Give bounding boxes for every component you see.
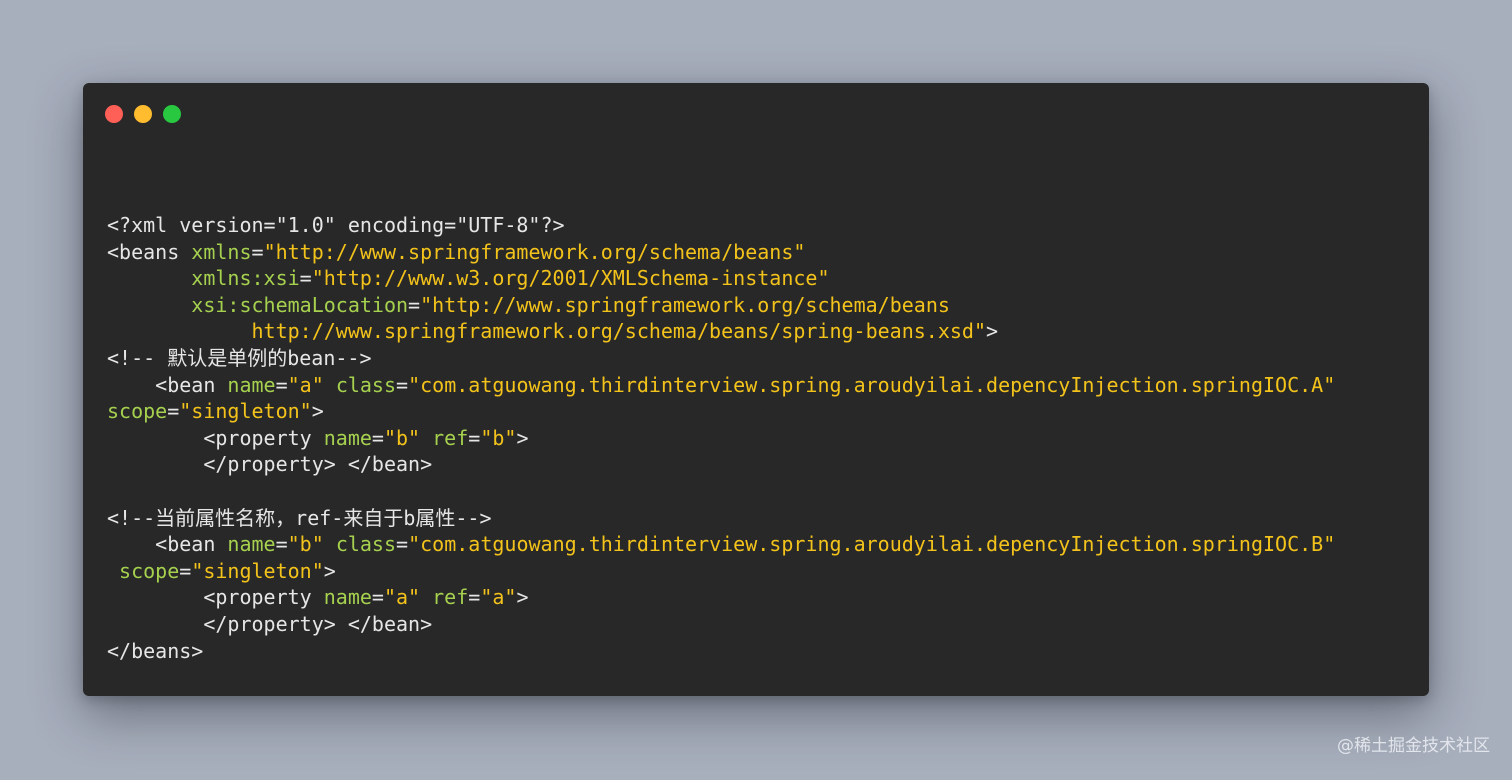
code-token-attr: xsi:schemaLocation: [191, 292, 409, 317]
code-token-str: "a": [480, 585, 517, 610]
code-token-tag: </property> </bean>: [107, 452, 433, 477]
code-token-tag: =: [275, 532, 288, 557]
code-token-tag: >: [311, 399, 324, 424]
code-token-attr: scope: [119, 558, 180, 583]
close-window-dot[interactable]: [105, 105, 123, 123]
code-token-attr: class: [335, 372, 397, 397]
code-token-attr: name: [323, 585, 372, 610]
code-line: <beans xmlns="http://www.springframework…: [107, 239, 1335, 266]
code-line: scope="singleton">: [107, 558, 1335, 585]
code-token-tag: =: [396, 372, 409, 397]
code-token-tag: =: [371, 425, 384, 450]
code-token-attr: name: [227, 532, 276, 557]
code-token-str: "com.atguowang.thirdinterview.spring.aro…: [408, 532, 1336, 557]
code-line: <!-- 默认是单例的bean-->: [107, 345, 1335, 372]
code-line: </property> </bean>: [107, 451, 1335, 478]
code-token-str: "singleton": [191, 558, 324, 583]
code-token-tag: [107, 559, 119, 583]
minimize-window-dot[interactable]: [134, 105, 152, 123]
code-token-tag: >: [986, 319, 999, 344]
code-token-tag: [107, 319, 252, 343]
code-token-tag: =: [179, 558, 192, 583]
code-token-str: "http://www.springframework.org/schema/b…: [420, 292, 950, 317]
code-token-str: "com.atguowang.thirdinterview.spring.aro…: [408, 372, 1336, 397]
code-token-attr: xmlns: [191, 239, 252, 264]
code-token-tag: <?xml version="1.0" encoding="UTF-8"?>: [107, 213, 565, 237]
code-token-tag: =: [251, 239, 264, 264]
code-line: </property> </bean>: [107, 611, 1335, 638]
code-token-attr: scope: [107, 399, 168, 424]
code-token-tag: [420, 426, 432, 450]
code-token-tag: >: [516, 585, 529, 610]
code-token-attr: name: [323, 425, 372, 450]
code-token-str: http://www.springframework.org/schema/be…: [251, 319, 987, 344]
code-token-str: "a": [287, 372, 324, 397]
code-token-tag: =: [468, 425, 481, 450]
code-token-comment: <!-- 默认是单例的bean-->: [107, 345, 372, 370]
watermark-text: @稀土掘金技术社区: [1337, 736, 1490, 756]
code-line: <property name="b" ref="b">: [107, 425, 1335, 452]
code-token-tag: [107, 293, 191, 317]
zoom-window-dot[interactable]: [163, 105, 181, 123]
code-token-attr: xmlns:xsi: [191, 266, 300, 291]
code-token-tag: [107, 266, 191, 290]
code-token-comment: <!--当前属性名称，ref-来自于b属性-->: [107, 505, 492, 530]
code-token-tag: <bean: [107, 532, 228, 557]
code-line: <property name="a" ref="a">: [107, 584, 1335, 611]
code-token-tag: =: [299, 266, 312, 291]
code-token-tag: =: [468, 585, 481, 610]
code-token-tag: </property> </bean>: [107, 611, 433, 636]
code-token-str: "http://www.springframework.org/schema/b…: [263, 239, 806, 264]
window-controls: [105, 105, 181, 123]
code-token-tag: =: [371, 585, 384, 610]
code-token-str: "b": [480, 425, 517, 450]
code-line: xmlns:xsi="http://www.w3.org/2001/XMLSch…: [107, 265, 1335, 292]
code-line: <?xml version="1.0" encoding="UTF-8"?>: [107, 212, 1335, 239]
code-token-attr: ref: [432, 425, 469, 450]
code-token-tag: [324, 373, 336, 397]
code-token-tag: >: [323, 558, 336, 583]
code-token-tag: =: [167, 399, 180, 424]
code-line: xsi:schemaLocation="http://www.springfra…: [107, 292, 1335, 319]
code-token-attr: class: [335, 532, 397, 557]
code-token-tag: [324, 532, 336, 556]
code-token-str: "b": [287, 532, 324, 557]
code-token-str: "singleton": [179, 399, 312, 424]
code-window: <?xml version="1.0" encoding="UTF-8"?> <b…: [83, 83, 1429, 696]
code-token-tag: <beans: [107, 239, 192, 264]
code-token-tag: <property: [107, 425, 324, 450]
code-token-tag: </beans>: [107, 638, 204, 663]
code-line: <!--当前属性名称，ref-来自于b属性-->: [107, 505, 1335, 532]
code-token-tag: =: [408, 292, 421, 317]
code-token-attr: ref: [432, 585, 469, 610]
code-line: http://www.springframework.org/schema/be…: [107, 318, 1335, 345]
code-token-tag: <property: [107, 585, 324, 610]
code-token-str: "b": [383, 425, 421, 450]
code-line: </beans>: [107, 638, 1335, 665]
code-token-tag: =: [396, 532, 409, 557]
xml-code-block: <?xml version="1.0" encoding="UTF-8"?> <b…: [107, 212, 1335, 664]
code-token-tag: [420, 585, 432, 609]
code-token-tag: <bean: [107, 372, 228, 397]
code-token-attr: name: [227, 372, 276, 397]
code-token-str: "a": [383, 585, 421, 610]
code-line: scope="singleton">: [107, 398, 1335, 425]
code-token-tag: =: [275, 372, 288, 397]
code-line: <bean name="b" class="com.atguowang.thir…: [107, 531, 1335, 558]
code-token-str: "http://www.w3.org/2001/XMLSchema-instan…: [311, 266, 830, 291]
code-token-tag: >: [516, 425, 529, 450]
code-line: <bean name="a" class="com.atguowang.thir…: [107, 372, 1335, 399]
